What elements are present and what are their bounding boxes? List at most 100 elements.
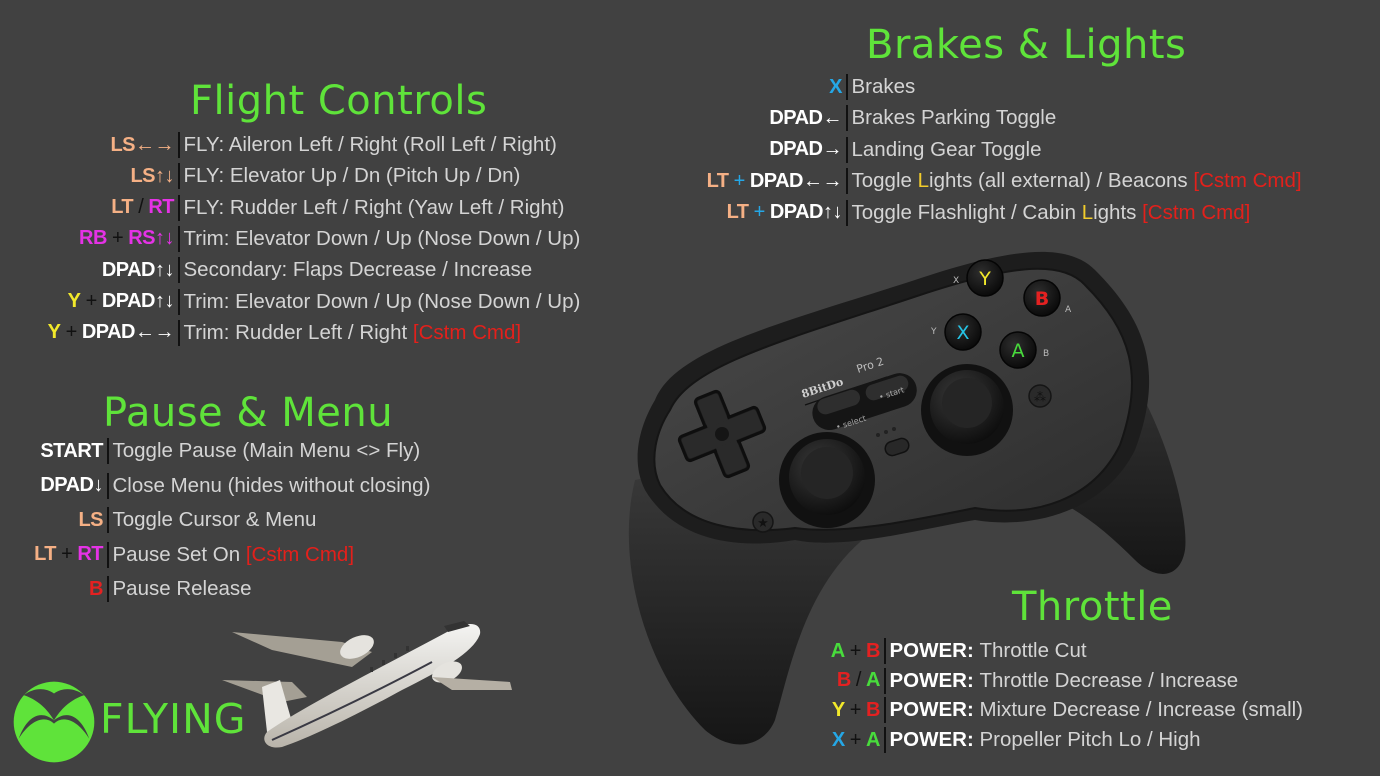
- pause-menu-title: Pause & Menu: [103, 390, 394, 436]
- divider: [107, 472, 109, 499]
- combo-key: DPAD→: [769, 138, 842, 161]
- divider: [846, 168, 848, 195]
- button-combo: RB + RS↑↓: [0, 227, 178, 250]
- highlight-letter: L: [917, 169, 930, 193]
- binding-description: Toggle Lights (all external) / Beacons […: [852, 169, 1302, 193]
- combo-key: DPAD←: [769, 106, 842, 129]
- combo-key: DPAD←→: [749, 169, 843, 192]
- combo-key: RT: [77, 543, 103, 565]
- highlight-letter: L: [1081, 200, 1094, 224]
- binding-description: Brakes: [852, 75, 916, 99]
- description-text: Pause Set On: [112, 542, 241, 566]
- description-text: Secondary: Flaps Decrease / Increase: [183, 258, 533, 282]
- binding-description: Toggle Pause (Main Menu <> Fly): [113, 439, 421, 463]
- binding-description: Close Menu (hides without closing): [113, 474, 431, 498]
- combo-key: +: [106, 227, 129, 250]
- button-combo: LT + DPAD↑↓: [0, 201, 846, 224]
- combo-key: +: [60, 321, 82, 344]
- description-text: Landing Gear Toggle: [851, 137, 1042, 161]
- alt-label-x: X: [953, 276, 959, 286]
- alt-label-b: B: [1043, 349, 1049, 359]
- description-text: Toggle Cursor & Menu: [112, 508, 317, 531]
- description-text: Trim: Elevator Down / Up (Nose Down / Up…: [183, 289, 581, 313]
- button-combo: LT + DPAD←→: [0, 170, 846, 193]
- heart-button[interactable]: ⁂: [1028, 384, 1052, 408]
- description-text: Pause Release: [112, 577, 252, 600]
- combo-key: DPAD↑↓: [101, 290, 175, 312]
- left-stick[interactable]: [779, 432, 875, 528]
- button-combo: DPAD↓: [0, 474, 107, 497]
- binding-row: DPAD↑↓ Secondary: Flaps Decrease / Increa…: [0, 256, 532, 284]
- airplane-illustration: [222, 621, 512, 748]
- binding-description: Secondary: Flaps Decrease / Increase: [184, 258, 533, 282]
- binding-description: Trim: Rudder Left / Right [Cstm Cmd]: [184, 321, 522, 345]
- description-text: Toggle Pause (Main Menu <> Fly): [112, 439, 421, 462]
- binding-description: Trim: Elevator Down / Up (Nose Down / Up…: [184, 290, 581, 314]
- binding-row: X Brakes: [0, 73, 915, 101]
- binding-row: DPAD↓ Close Menu (hides without closing): [0, 472, 430, 500]
- right-stick[interactable]: [921, 364, 1013, 456]
- divider: [107, 438, 109, 464]
- combo-key: +: [728, 169, 750, 192]
- binding-row: RB + RS↑↓ Trim: Elevator Down / Up (Nose …: [0, 225, 580, 253]
- svg-text:B: B: [1035, 288, 1049, 310]
- combo-key: LS: [78, 508, 103, 531]
- button-combo: Y + DPAD←→: [0, 321, 178, 344]
- face-button-a[interactable]: A: [999, 331, 1037, 369]
- description-text: Trim: Rudder Left / Right: [183, 320, 408, 344]
- combo-key: DPAD↓: [40, 474, 103, 496]
- face-button-y[interactable]: Y: [966, 259, 1004, 297]
- star-button[interactable]: ★: [752, 511, 774, 533]
- binding-row: Y + DPAD←→ Trim: Rudder Left / Right [Cst…: [0, 319, 521, 347]
- led-indicator: [876, 433, 880, 437]
- binding-description: Pause Set On [Cstm Cmd]: [113, 543, 355, 567]
- led-indicator: [892, 427, 896, 431]
- divider: [178, 319, 180, 346]
- combo-key: LT: [34, 543, 57, 565]
- binding-row: Y + DPAD↑↓ Trim: Elevator Down / Up (Nose…: [0, 288, 580, 316]
- combo-key: Y: [67, 290, 81, 312]
- brakes-lights-title: Brakes & Lights: [866, 22, 1187, 68]
- face-button-b[interactable]: B: [1023, 279, 1061, 317]
- description-text: Trim: Elevator Down / Up (Nose Down / Up…: [183, 226, 581, 250]
- binding-description: Toggle Cursor & Menu: [113, 508, 317, 532]
- binding-row: DPAD← Brakes Parking Toggle: [0, 104, 1056, 132]
- face-button-x[interactable]: X: [944, 313, 982, 351]
- combo-key: Y: [47, 321, 61, 344]
- description-text: ights: [1093, 200, 1137, 224]
- alt-label-y: Y: [930, 327, 937, 337]
- binding-row: LT + DPAD↑↓ Toggle Flashlight / Cabin Lig…: [0, 199, 1250, 227]
- binding-description: Landing Gear Toggle: [852, 138, 1042, 162]
- description-text: ights (all external) / Beacons: [929, 169, 1188, 193]
- binding-description: Brakes Parking Toggle: [852, 106, 1057, 130]
- button-combo: DPAD→: [0, 138, 846, 161]
- combo-key: +: [748, 201, 770, 224]
- description-text: Toggle: [851, 169, 918, 193]
- combo-key: LT: [706, 169, 729, 192]
- divider: [846, 74, 848, 100]
- button-combo: Y + DPAD↑↓: [0, 290, 178, 313]
- button-combo: LS: [0, 509, 107, 532]
- binding-row: START Toggle Pause (Main Menu <> Fly): [0, 437, 420, 465]
- divider: [107, 541, 109, 568]
- combo-key: RB: [79, 227, 107, 250]
- divider: [178, 288, 180, 315]
- combo-key: +: [56, 543, 78, 565]
- button-combo: X: [0, 76, 846, 99]
- svg-text:⁂: ⁂: [1034, 390, 1046, 404]
- divider: [107, 507, 109, 533]
- divider: [846, 136, 848, 163]
- combo-key: LT: [726, 201, 749, 224]
- divider: [107, 576, 109, 602]
- combo-key: B: [89, 577, 103, 600]
- svg-text:★: ★: [757, 516, 769, 531]
- combo-key: DPAD↑↓: [769, 201, 843, 224]
- combo-key: +: [80, 290, 102, 312]
- xbox-logo-icon: [13, 681, 95, 763]
- combo-key: START: [40, 439, 103, 462]
- binding-description: Toggle Flashlight / Cabin Lights [Cstm C…: [852, 201, 1251, 225]
- divider: [846, 199, 848, 226]
- binding-row: DPAD→ Landing Gear Toggle: [0, 136, 1041, 164]
- custom-command-tag: [Cstm Cmd]: [240, 542, 355, 566]
- button-combo: START: [0, 440, 107, 463]
